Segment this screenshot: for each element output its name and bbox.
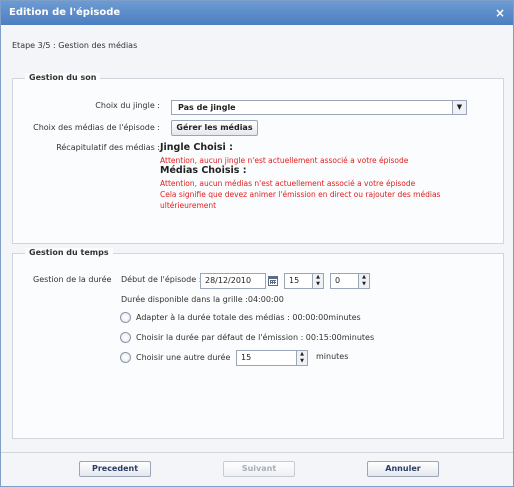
available-duration: Durée disponible dans la grille :04:00:0… — [121, 295, 284, 304]
option-custom-duration-label: Choisir une autre durée — [136, 353, 231, 362]
option-media-duration-label: Adapter à la durée totale des médias : 0… — [136, 313, 361, 322]
custom-spinner-arrows-icon[interactable]: ▲ ▼ — [296, 351, 307, 365]
manage-media-button[interactable]: Gérer les médias — [171, 120, 258, 136]
media-warning-2: Cela signifie que devez animer l'émissio… — [160, 190, 441, 199]
start-minute-value: 0 — [335, 276, 341, 285]
option-default-duration-radio[interactable] — [120, 332, 131, 343]
media-label: Choix des médias de l'épisode : — [33, 123, 160, 132]
start-minute-input[interactable]: 0 ▲ ▼ — [330, 273, 370, 289]
jingle-label: Choix du jingle : — [95, 101, 160, 110]
custom-duration-value: 15 — [241, 353, 252, 362]
media-warning-1: Attention, aucun médias n'est actuelleme… — [160, 179, 416, 188]
custom-duration-input[interactable]: 15 ▲ ▼ — [236, 350, 308, 366]
minute-spinner-arrows-icon[interactable]: ▲ ▼ — [358, 274, 369, 288]
hour-spinner-arrows-icon[interactable]: ▲ ▼ — [312, 274, 323, 288]
start-date-value: 28/12/2010 — [205, 276, 252, 285]
chevron-down-icon[interactable]: ▼ — [452, 101, 466, 114]
previous-button[interactable]: Precedent — [79, 461, 151, 477]
option-media-duration-radio[interactable] — [120, 312, 131, 323]
cancel-button[interactable]: Annuler — [367, 461, 439, 477]
media-heading: Médias Choisis : — [160, 165, 247, 176]
close-icon[interactable]: × — [495, 1, 505, 25]
start-hour-input[interactable]: 15 ▲ ▼ — [284, 273, 324, 289]
option-custom-duration-radio[interactable] — [120, 352, 131, 363]
jingle-select-value: Pas de jingle — [178, 103, 236, 112]
dialog-titlebar[interactable]: Edition de l'épisode × — [1, 1, 513, 25]
calendar-icon[interactable] — [268, 276, 278, 286]
option-default-duration-label: Choisir la durée par défaut de l'émissio… — [136, 333, 375, 342]
sound-legend: Gestion du son — [25, 73, 101, 82]
start-hour-value: 15 — [289, 276, 300, 285]
start-label: Début de l'épisode : — [121, 275, 202, 284]
media-warning-3: ultérieurement — [160, 201, 217, 210]
start-date-input[interactable]: 28/12/2010 — [200, 273, 266, 289]
time-fieldset: Gestion du temps Gestion de la durée Déb… — [12, 248, 504, 439]
footer-divider — [1, 452, 513, 453]
dialog-title: Edition de l'épisode — [9, 7, 121, 18]
next-button[interactable]: Suivant — [223, 461, 295, 477]
episode-edit-dialog: Edition de l'épisode × Etape 3/5 : Gesti… — [0, 0, 514, 487]
sound-fieldset: Gestion du son Choix du jingle : Pas de … — [12, 73, 504, 244]
custom-duration-unit: minutes — [316, 352, 349, 361]
duration-label: Gestion de la durée — [33, 275, 112, 284]
jingle-heading: Jingle Choisi : — [160, 142, 233, 153]
step-indicator: Etape 3/5 : Gestion des médias — [12, 41, 138, 50]
recap-label: Récapitulatif des médias : — [56, 143, 160, 152]
jingle-select[interactable]: Pas de jingle ▼ — [171, 100, 467, 115]
time-legend: Gestion du temps — [25, 248, 113, 257]
